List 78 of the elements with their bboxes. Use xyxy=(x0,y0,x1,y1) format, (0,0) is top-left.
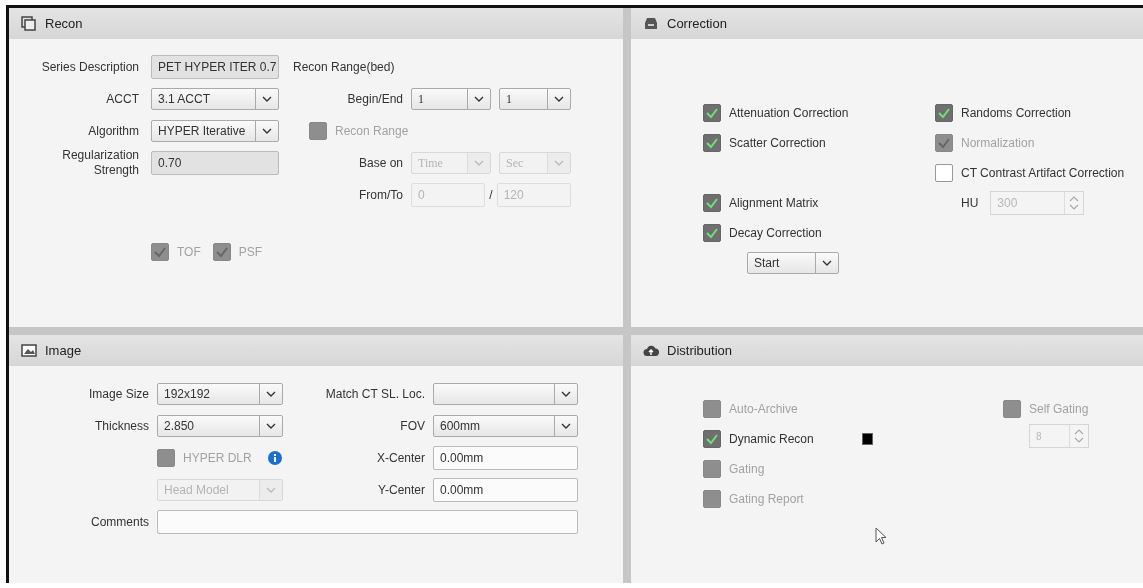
separator: / xyxy=(489,188,493,202)
caret-icon xyxy=(474,96,484,102)
field-label: Regularization Strength xyxy=(61,148,139,178)
panel-title: Correction xyxy=(667,16,727,31)
panel-title: Distribution xyxy=(667,343,733,358)
field-label: ACCT xyxy=(105,92,139,106)
tray-icon xyxy=(643,16,659,31)
stepper-arrows-icon xyxy=(1069,195,1080,211)
panel-title: Image xyxy=(45,343,82,358)
field-label: From/To xyxy=(358,188,403,202)
checkbox[interactable] xyxy=(703,194,721,212)
dropdown[interactable]: 600mm xyxy=(433,415,578,437)
caret-icon xyxy=(554,96,564,102)
caret-icon xyxy=(561,423,571,429)
field-label: FOV xyxy=(399,419,425,433)
field-label: Image Size xyxy=(87,387,149,401)
field-label: Algorithm xyxy=(87,124,139,138)
caret-icon xyxy=(554,160,564,166)
field-label: Y-Center xyxy=(377,483,425,497)
checkbox[interactable] xyxy=(703,134,721,152)
field-label: Base on xyxy=(357,156,403,170)
field-label: Match CT SL. Loc. xyxy=(324,387,425,401)
checkbox-label: Dynamic Recon xyxy=(729,432,814,446)
checkbox-label: Decay Correction xyxy=(729,226,822,240)
text-field[interactable] xyxy=(157,510,578,534)
text-field[interactable]: 0.00mm xyxy=(433,478,578,502)
checkbox-label: Auto-Archive xyxy=(729,402,798,416)
caret-icon xyxy=(822,260,832,266)
image-icon xyxy=(21,343,37,358)
checkbox-label: Attenuation Correction xyxy=(729,106,849,120)
checkbox[interactable] xyxy=(703,224,721,242)
checkbox-label: Recon Range xyxy=(335,124,409,138)
caret-icon xyxy=(266,391,276,397)
dropdown[interactable]: 1 xyxy=(411,88,491,110)
checkbox[interactable] xyxy=(935,104,953,122)
panel-title: Recon xyxy=(45,16,83,31)
info-icon xyxy=(267,451,282,465)
text-field[interactable]: 0.00mm xyxy=(433,446,578,470)
caret-icon xyxy=(262,96,272,102)
checkbox-label: Alignment Matrix xyxy=(729,196,819,210)
stepper-arrows-icon xyxy=(1074,428,1084,444)
checkbox-label: TOF xyxy=(177,245,201,259)
caret-icon xyxy=(266,487,276,493)
text-field[interactable]: PET HYPER ITER 0.7 xyxy=(151,55,279,79)
field-label: Comments xyxy=(90,515,149,529)
caret-icon xyxy=(474,160,484,166)
checkbox-label: Self Gating xyxy=(1029,402,1089,416)
checkbox[interactable] xyxy=(703,430,721,448)
cloud-upload-icon xyxy=(643,343,659,358)
dropdown[interactable] xyxy=(433,383,578,405)
section-heading: Recon Range(bed) xyxy=(293,60,396,74)
checkbox[interactable] xyxy=(703,104,721,122)
dropdown[interactable]: 192x192 xyxy=(157,383,283,405)
dropdown[interactable]: 2.850 xyxy=(157,415,283,437)
caret-icon xyxy=(561,391,571,397)
mouse-pointer-icon xyxy=(875,527,887,545)
field-label: Series Description xyxy=(40,60,139,74)
checkbox-label: Scatter Correction xyxy=(729,136,826,150)
checkbox-label: Gating xyxy=(729,462,765,476)
checkbox-label: PSF xyxy=(238,245,263,259)
field-label: HU xyxy=(961,196,979,210)
checkbox-label: CT Contrast Artifact Correction xyxy=(961,166,1125,180)
checkbox[interactable] xyxy=(935,164,953,182)
stacked-squares-icon xyxy=(21,16,37,31)
field-label: Begin/End xyxy=(346,92,403,106)
checkbox-label: Gating Report xyxy=(729,492,804,506)
dropdown[interactable]: Start xyxy=(747,252,839,274)
dropdown[interactable]: 3.1 ACCT xyxy=(151,88,279,110)
caret-icon xyxy=(266,423,276,429)
text-field[interactable]: 0.70 xyxy=(151,151,279,175)
dropdown[interactable]: 1 xyxy=(499,88,571,110)
checkbox-label: Normalization xyxy=(961,136,1035,150)
checkbox-label: Randoms Correction xyxy=(961,106,1072,120)
field-label: Thickness xyxy=(93,419,149,433)
field-label: X-Center xyxy=(375,451,425,465)
caret-icon xyxy=(262,128,272,134)
dropdown[interactable]: HYPER Iterative xyxy=(151,120,279,142)
checkbox-label: HYPER DLR xyxy=(183,451,252,465)
